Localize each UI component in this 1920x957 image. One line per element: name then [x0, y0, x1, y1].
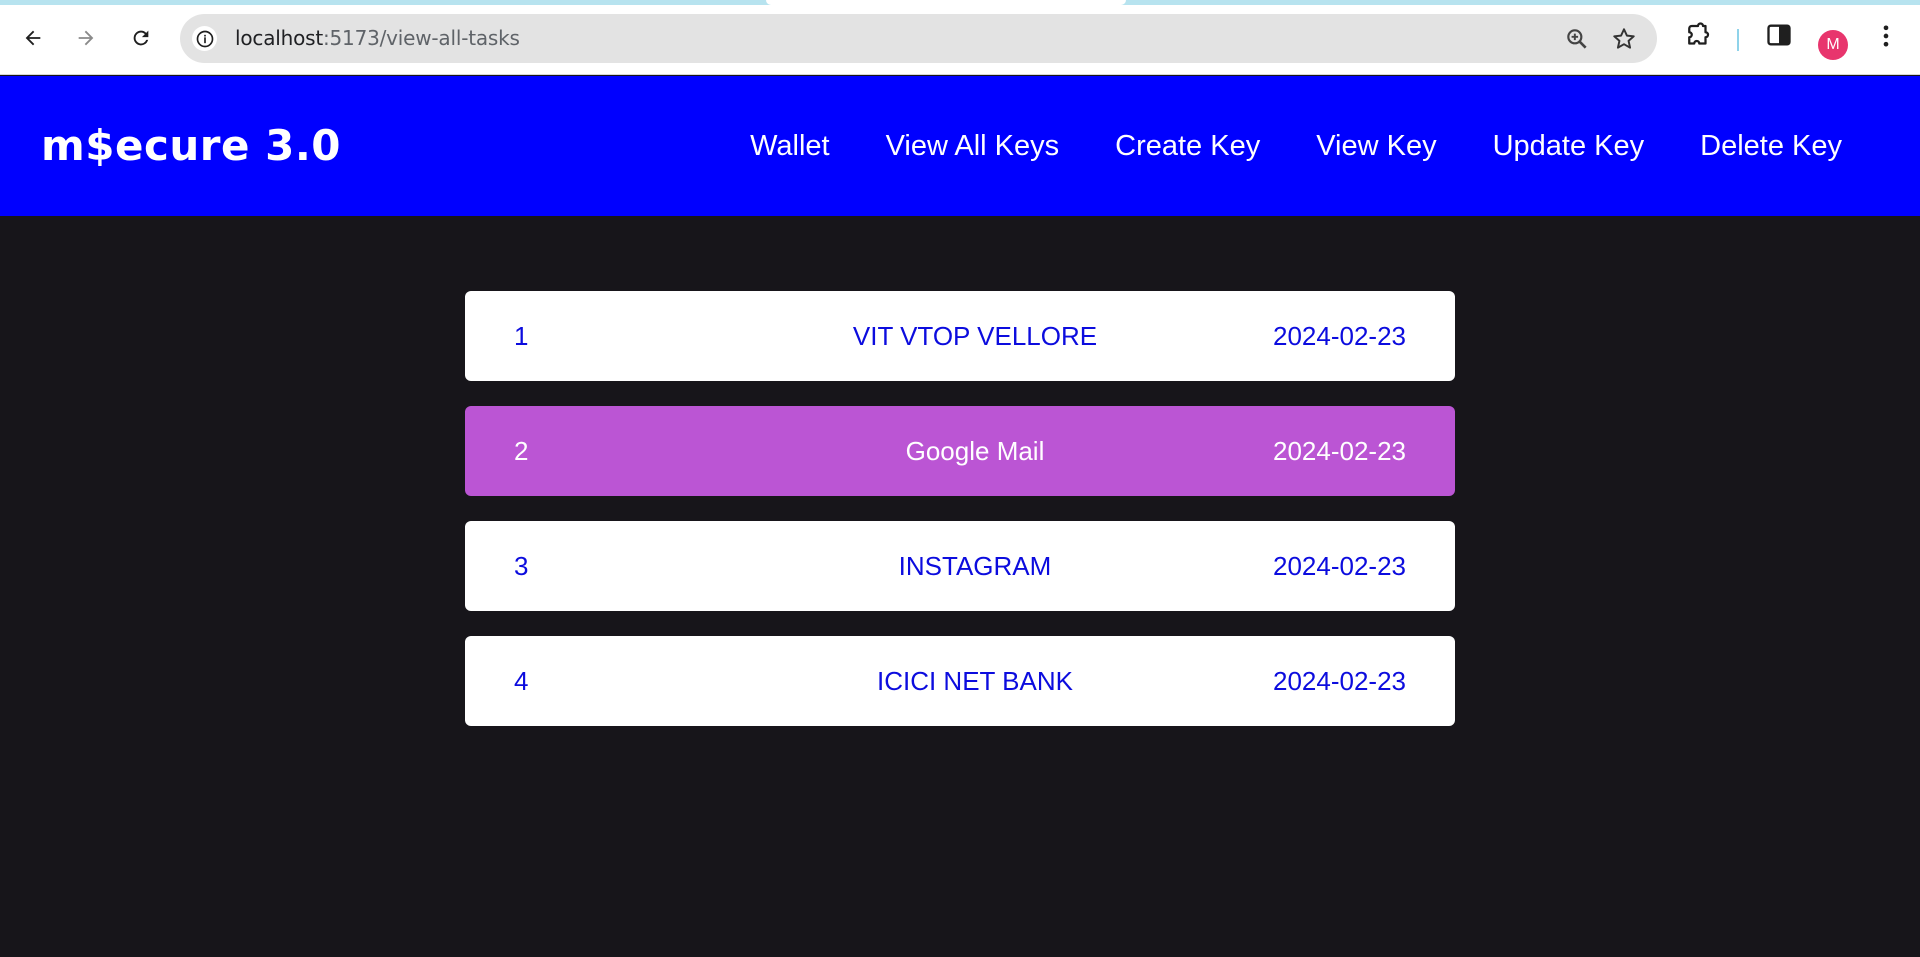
- browser-toolbar: localhost:5173/view-all-tasks M: [0, 5, 1920, 75]
- profile-avatar[interactable]: M: [1818, 30, 1848, 60]
- key-row[interactable]: 4 ICICI NET BANK 2024-02-23: [465, 636, 1455, 726]
- key-row[interactable]: 3 INSTAGRAM 2024-02-23: [465, 521, 1455, 611]
- side-panel-icon: [1767, 24, 1791, 46]
- key-date: 2024-02-23: [1273, 666, 1406, 696]
- info-icon: [196, 30, 213, 47]
- brand-logo[interactable]: m$ecure 3.0: [41, 76, 341, 216]
- site-info-button[interactable]: [192, 26, 217, 51]
- zoom-button[interactable]: [1564, 26, 1590, 57]
- url-text[interactable]: localhost:5173/view-all-tasks: [235, 14, 520, 63]
- key-date: 2024-02-23: [1273, 436, 1406, 466]
- extensions-button[interactable]: [1683, 21, 1713, 56]
- side-panel-button[interactable]: [1765, 21, 1793, 54]
- forward-button[interactable]: [69, 21, 103, 55]
- key-row[interactable]: 1 VIT VTOP VELLORE 2024-02-23: [465, 291, 1455, 381]
- extensions-icon: [1688, 22, 1710, 45]
- zoom-icon: [1567, 29, 1587, 49]
- nav-view-key[interactable]: View Key: [1316, 130, 1436, 163]
- url-host: localhost: [235, 26, 323, 50]
- bookmark-button[interactable]: [1611, 26, 1637, 57]
- menu-dots-icon: [1883, 25, 1889, 47]
- star-icon: [1613, 28, 1635, 49]
- nav-delete-key[interactable]: Delete Key: [1700, 130, 1842, 163]
- address-bar[interactable]: localhost:5173/view-all-tasks: [180, 14, 1657, 63]
- nav-create-key[interactable]: Create Key: [1115, 130, 1260, 163]
- back-button[interactable]: [16, 21, 50, 55]
- toolbar-divider: [1737, 29, 1739, 51]
- nav-update-key[interactable]: Update Key: [1493, 130, 1645, 163]
- key-row-hovered[interactable]: 2 Google Mail 2024-02-23: [465, 406, 1455, 496]
- app-header: m$ecure 3.0 Wallet View All Keys Create …: [0, 76, 1920, 216]
- forward-icon: [78, 30, 94, 46]
- key-date: 2024-02-23: [1273, 321, 1406, 351]
- back-icon: [25, 30, 41, 46]
- nav-view-all-keys[interactable]: View All Keys: [886, 130, 1060, 163]
- browser-menu-button[interactable]: [1872, 21, 1900, 56]
- main-nav: Wallet View All Keys Create Key View Key…: [750, 76, 1842, 216]
- nav-wallet[interactable]: Wallet: [750, 130, 830, 163]
- url-path: :5173/view-all-tasks: [322, 26, 520, 50]
- reload-button[interactable]: [124, 21, 158, 55]
- key-date: 2024-02-23: [1273, 551, 1406, 581]
- reload-icon: [133, 30, 149, 46]
- key-list: 1 VIT VTOP VELLORE 2024-02-23 2 Google M…: [465, 291, 1455, 751]
